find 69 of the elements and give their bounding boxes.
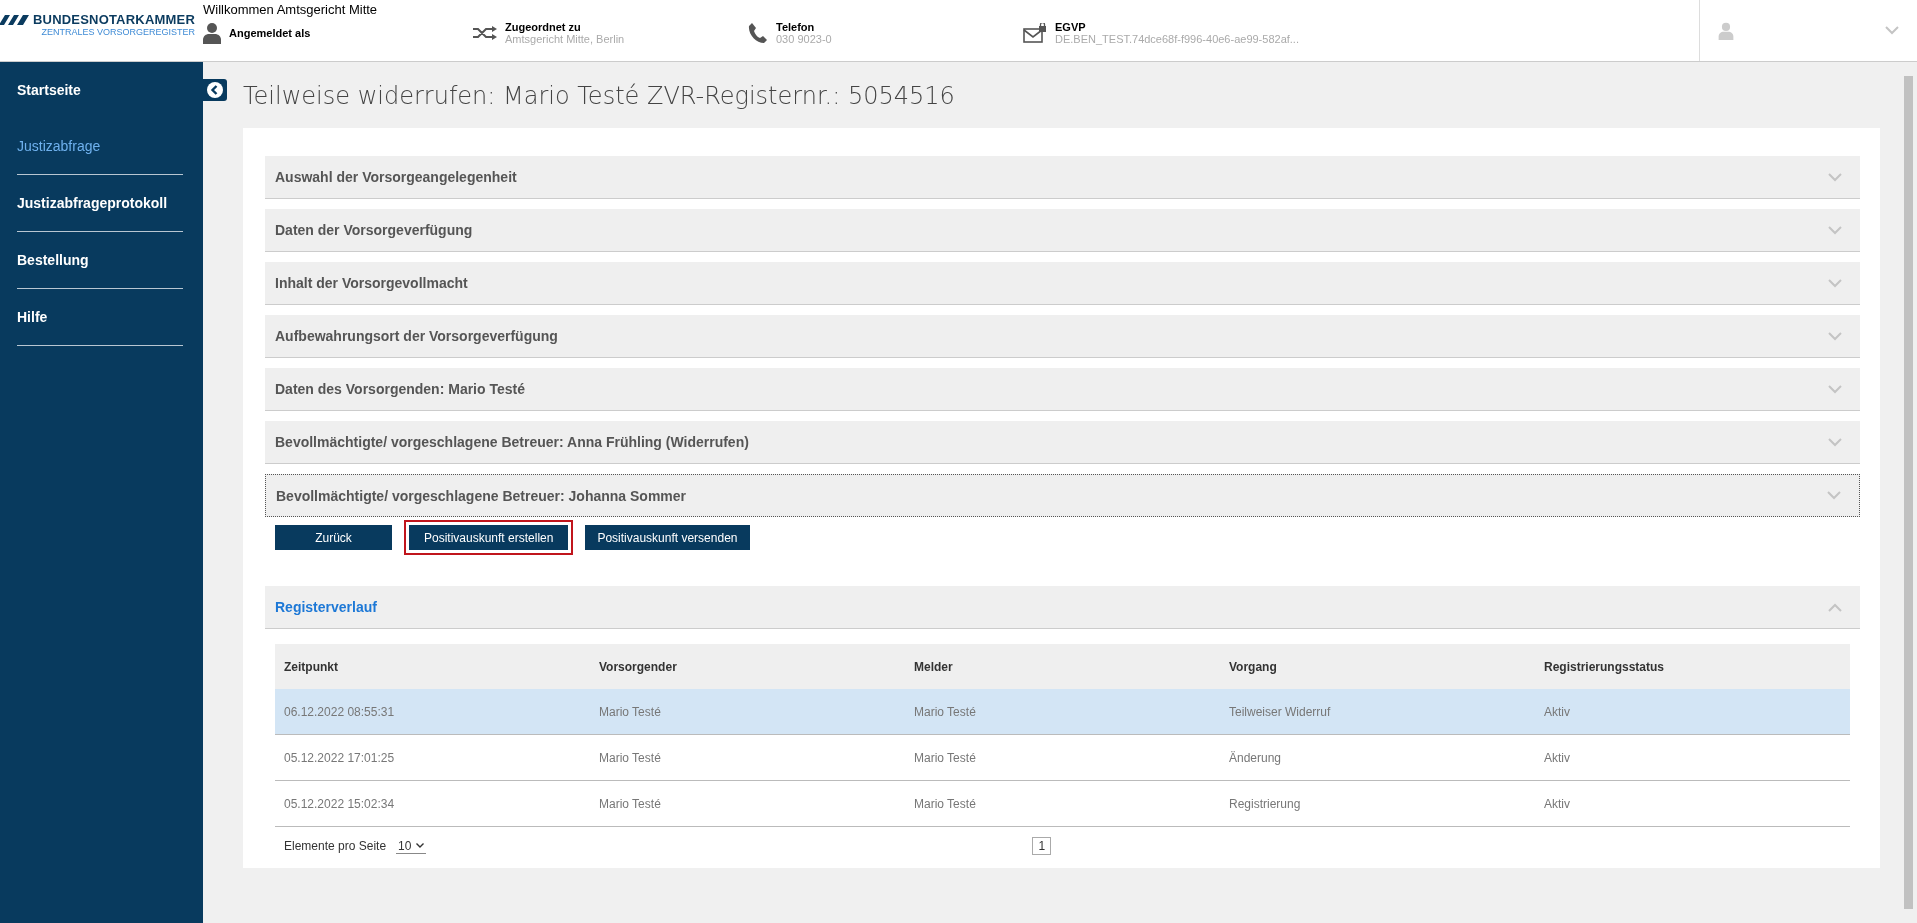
page-size-select[interactable]: 10 xyxy=(396,838,427,854)
info-label: Telefon xyxy=(776,21,816,33)
logo-subtitle: ZENTRALES VORSORGEREGISTER xyxy=(41,27,195,37)
welcome-text: Willkommen Amtsgericht Mitte xyxy=(203,2,379,17)
info-value: DE.BEN_TEST.74dce68f-f996-40e6-ae99-582af... xyxy=(1055,33,1299,45)
info-label: Zugeordnet zu xyxy=(505,21,582,33)
chevron-left-icon xyxy=(207,82,223,98)
accordion-header[interactable]: Bevollmächtigte/ vorgeschlagene Betreuer: Johanna Sommer xyxy=(265,474,1860,517)
accordion-header[interactable]: Auswahl der Vorsorgeangelegenheit xyxy=(265,156,1860,199)
table-cell: Mario Testé xyxy=(905,780,1220,827)
table-cell: Aktiv xyxy=(1535,734,1850,781)
user-icon xyxy=(203,22,221,44)
caret-icon xyxy=(416,843,425,848)
user-icon xyxy=(1718,21,1734,40)
action-button[interactable]: Zurück xyxy=(275,525,392,550)
table-cell: 05.12.2022 17:01:25 xyxy=(275,734,590,781)
table-cell: 06.12.2022 08:55:31 xyxy=(275,689,590,735)
info-label: EGVP xyxy=(1055,21,1087,33)
chevron-down-icon xyxy=(1828,172,1842,182)
chevron-up-icon xyxy=(1828,602,1842,612)
locked-mail-icon xyxy=(1023,23,1047,43)
chevron-down-icon xyxy=(1828,437,1842,447)
sidebar-item[interactable]: Justizabfrageprotokoll xyxy=(17,175,183,231)
sidebar-item[interactable]: Bestellung xyxy=(17,232,183,288)
accordion-header[interactable]: Daten der Vorsorgeverfügung xyxy=(265,209,1860,252)
table-cell: Mario Testé xyxy=(590,734,905,781)
page-title: Teilweise widerrufen: Mario Testé ZVR-Registernr.: 5054516 xyxy=(243,82,956,110)
table-cell: Registrierung xyxy=(1220,780,1535,827)
phone-icon xyxy=(748,22,768,44)
table-cell: Aktiv xyxy=(1535,689,1850,735)
chevron-down-icon xyxy=(1827,491,1841,500)
chevron-down-icon xyxy=(1828,278,1842,288)
column-header: Melder xyxy=(905,644,1220,689)
page-number[interactable]: 1 xyxy=(1032,837,1052,855)
chevron-down-icon xyxy=(1828,384,1842,394)
sidebar-item[interactable]: Justizabfrage xyxy=(17,118,183,174)
table-cell: Mario Testé xyxy=(905,734,1220,781)
scrollbar-thumb[interactable] xyxy=(1904,76,1913,909)
collapse-sidebar-button[interactable] xyxy=(203,79,227,101)
accordion-header[interactable]: Aufbewahrungsort der Vorsorgeverfügung xyxy=(265,315,1860,358)
accordion-header[interactable]: Inhalt der Vorsorgevollmacht xyxy=(265,262,1860,305)
column-header: Vorsorgender xyxy=(590,644,905,689)
table-cell: 05.12.2022 15:02:34 xyxy=(275,780,590,827)
shuffle-icon xyxy=(473,26,497,40)
logo-stripes-icon xyxy=(0,14,29,25)
column-header: Vorgang xyxy=(1220,644,1535,689)
info-label: Angemeldet als xyxy=(229,27,311,39)
chevron-down-icon xyxy=(1885,26,1899,35)
column-header: Zeitpunkt xyxy=(275,644,590,689)
chevron-down-icon xyxy=(1828,331,1842,341)
chevron-down-icon xyxy=(1828,225,1842,235)
info-value: Amtsgericht Mitte, Berlin xyxy=(505,33,625,45)
accordion-header[interactable]: Bevollmächtigte/ vorgeschlagene Betreuer: Anna Frühling (Widerrufen) xyxy=(265,421,1860,464)
action-button[interactable]: Positivauskunft erstellen xyxy=(404,520,574,555)
logo-title: BUNDESNOTARKAMMER xyxy=(32,12,195,27)
table-cell: Mario Testé xyxy=(590,689,905,735)
sidebar-item[interactable]: Hilfe xyxy=(17,289,183,345)
table-cell: Mario Testé xyxy=(590,780,905,827)
table-cell: Teilweiser Widerruf xyxy=(1220,689,1535,735)
accordion-header[interactable]: Registerverlauf xyxy=(265,586,1860,629)
column-header: Registrierungsstatus xyxy=(1535,644,1850,689)
table-cell: Mario Testé xyxy=(905,689,1220,735)
info-value: 030 9023-0 xyxy=(776,33,832,45)
table-cell: Aktiv xyxy=(1535,780,1850,827)
accordion-header[interactable]: Daten des Vorsorgenden: Mario Testé xyxy=(265,368,1860,411)
sidebar-item[interactable]: Startseite xyxy=(17,62,183,118)
page-size-label: Elemente pro Seite xyxy=(284,839,387,853)
action-button[interactable]: Positivauskunft versenden xyxy=(585,525,750,550)
table-cell: Änderung xyxy=(1220,734,1535,781)
